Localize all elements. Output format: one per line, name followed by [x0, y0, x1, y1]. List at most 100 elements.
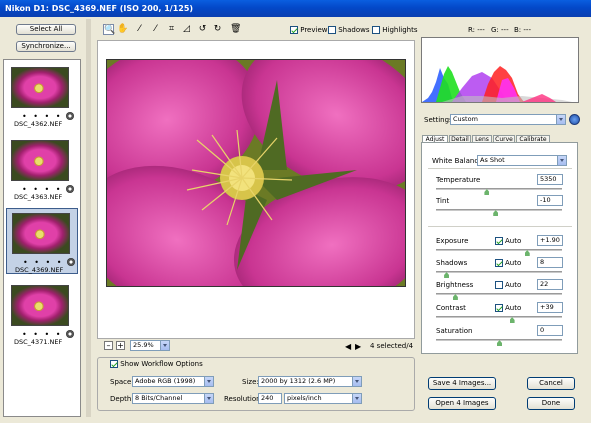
- slider-track[interactable]: [436, 271, 562, 273]
- auto-checkbox[interactable]: [495, 237, 503, 245]
- camera-raw-dialog: Nikon D1: DSC_4369.NEF (ISO 200, 1/125) …: [0, 0, 591, 423]
- slider-value-input[interactable]: +39: [537, 302, 563, 313]
- select-all-button[interactable]: Select All: [16, 24, 76, 35]
- slider-label: Exposure: [436, 237, 469, 245]
- auto-checkbox[interactable]: [495, 259, 503, 267]
- adjusted-badge-icon: [67, 258, 75, 266]
- panel-splitter[interactable]: [86, 19, 91, 417]
- synchronize-button[interactable]: Synchronize...: [16, 41, 76, 52]
- thumbnail-image: [12, 213, 70, 254]
- size-label: Size:: [242, 378, 259, 386]
- auto-checkbox[interactable]: [495, 281, 503, 289]
- thumbnail-item[interactable]: • • • • • DSC_4363.NEF: [6, 136, 78, 202]
- highlights-checkbox[interactable]: [372, 26, 380, 34]
- thumbnail-item[interactable]: • • • • • DSC_4371.NEF: [6, 281, 78, 347]
- size-select[interactable]: 2000 by 1312 (2.6 MP): [258, 376, 362, 387]
- slider-value-input[interactable]: +1.90: [537, 235, 563, 246]
- auto-checkbox[interactable]: [495, 304, 503, 312]
- slider-label: Saturation: [436, 327, 473, 335]
- resolution-input[interactable]: 240: [258, 393, 282, 404]
- thumbnail-filename: DSC_4362.NEF: [14, 120, 63, 128]
- thumbnail-filename: DSC_4371.NEF: [14, 338, 63, 346]
- cancel-button[interactable]: Cancel: [527, 377, 575, 390]
- histogram: [421, 37, 579, 103]
- slider-track[interactable]: [436, 249, 562, 251]
- auto-toggle[interactable]: Auto: [495, 304, 521, 312]
- show-workflow-checkbox[interactable]: [110, 360, 118, 368]
- straighten-icon[interactable]: ◿: [181, 24, 192, 35]
- thumbnail-image: [11, 67, 69, 108]
- slider-track[interactable]: [436, 316, 562, 318]
- white-balance-icon[interactable]: ⁄: [134, 24, 145, 35]
- slider-label: Shadows: [436, 259, 468, 267]
- slider-track[interactable]: [436, 188, 562, 190]
- preview-checkbox[interactable]: [290, 26, 298, 34]
- auto-label: Auto: [505, 259, 522, 267]
- auto-toggle[interactable]: Auto: [495, 281, 521, 289]
- adjusted-badge-icon: [66, 330, 74, 338]
- adjusted-badge-icon: [66, 185, 74, 193]
- auto-label: Auto: [505, 304, 522, 312]
- auto-label: Auto: [505, 237, 522, 245]
- rotate-left-icon[interactable]: ↺: [197, 24, 208, 35]
- resolution-unit-select[interactable]: pixels/inch: [284, 393, 362, 404]
- highlights-toggle[interactable]: Highlights: [372, 26, 417, 34]
- color-sampler-icon[interactable]: ⁄: [150, 24, 161, 35]
- thumbnail-image: [11, 285, 69, 326]
- show-workflow-label: Show Workflow Options: [120, 360, 203, 368]
- auto-label: Auto: [505, 281, 522, 289]
- preview-toggle[interactable]: Preview: [290, 26, 327, 34]
- white-balance-select[interactable]: As Shot: [477, 155, 567, 166]
- show-workflow-toggle[interactable]: Show Workflow Options: [108, 360, 205, 368]
- auto-toggle[interactable]: Auto: [495, 237, 521, 245]
- auto-toggle[interactable]: Auto: [495, 259, 521, 267]
- divider: [428, 226, 572, 227]
- slider-value-input[interactable]: 8: [537, 257, 563, 268]
- previous-image-icon[interactable]: ◀: [345, 342, 351, 351]
- slider-track[interactable]: [436, 209, 562, 211]
- thumbnail-filename: DSC_4363.NEF: [14, 193, 63, 201]
- settings-menu-icon[interactable]: [569, 114, 580, 125]
- r-readout: R: ---: [468, 26, 485, 34]
- flower-image: [107, 60, 405, 286]
- trash-icon[interactable]: 🗑: [230, 24, 241, 35]
- slider-label: Temperature: [436, 176, 481, 184]
- save-images-button[interactable]: Save 4 Images...: [428, 377, 496, 390]
- preview-label: Preview: [300, 26, 328, 34]
- slider-label: Tint: [436, 197, 450, 205]
- slider-value-input[interactable]: -10: [537, 195, 563, 206]
- highlights-label: Highlights: [382, 26, 418, 34]
- slider-label: Contrast: [436, 304, 466, 312]
- hand-icon[interactable]: ✋: [117, 24, 128, 35]
- next-image-icon[interactable]: ▶: [355, 342, 361, 351]
- filmstrip-panel: • • • • • DSC_4362.NEF • • • • • DSC_436…: [3, 59, 81, 417]
- b-readout: B: ---: [514, 26, 531, 34]
- slider-label: Brightness: [436, 281, 474, 289]
- thumbnail-filename: DSC_4369.NEF: [15, 266, 64, 274]
- zoom-icon[interactable]: 🔍: [103, 24, 115, 35]
- zoom-out-button[interactable]: –: [104, 341, 113, 350]
- divider: [428, 168, 572, 169]
- zoom-select[interactable]: 25.9%: [130, 340, 170, 351]
- slider-value-input[interactable]: 22: [537, 279, 563, 290]
- adjusted-badge-icon: [66, 112, 74, 120]
- slider-value-input[interactable]: 5350: [537, 174, 563, 185]
- settings-select[interactable]: Custom: [450, 114, 566, 125]
- preview-image[interactable]: [106, 59, 406, 287]
- window-title-bar: Nikon D1: DSC_4369.NEF (ISO 200, 1/125): [0, 0, 591, 17]
- rotate-right-icon[interactable]: ↻: [212, 24, 223, 35]
- thumbnail-item[interactable]: • • • • • DSC_4362.NEF: [6, 63, 78, 129]
- open-images-button[interactable]: Open 4 Images: [428, 397, 496, 410]
- shadows-checkbox[interactable]: [328, 26, 336, 34]
- crop-icon[interactable]: ⌗: [166, 24, 177, 35]
- space-select[interactable]: Adobe RGB (1998): [132, 376, 214, 387]
- thumbnail-image: [11, 140, 69, 181]
- thumbnail-item-selected[interactable]: • • • • • DSC_4369.NEF: [6, 208, 78, 274]
- space-label: Space:: [110, 378, 134, 386]
- shadows-label: Shadows: [338, 26, 370, 34]
- zoom-in-button[interactable]: +: [116, 341, 125, 350]
- done-button[interactable]: Done: [527, 397, 575, 410]
- slider-value-input[interactable]: 0: [537, 325, 563, 336]
- shadows-toggle[interactable]: Shadows: [328, 26, 370, 34]
- depth-select[interactable]: 8 Bits/Channel: [132, 393, 214, 404]
